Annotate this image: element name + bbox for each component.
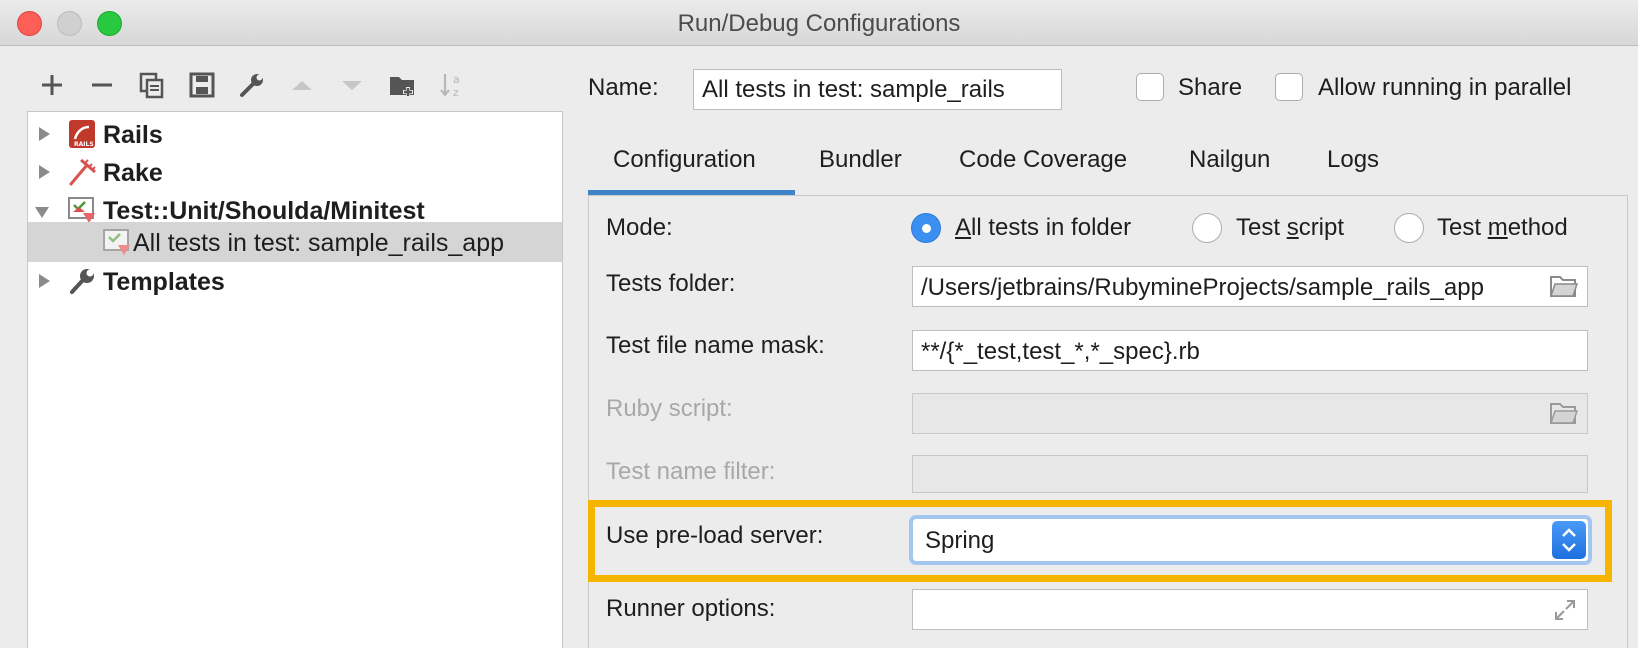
wrench-icon <box>240 74 263 97</box>
new-folder-icon <box>390 77 414 97</box>
mask-label: Test file name mask: <box>606 332 825 359</box>
select-stepper-button[interactable] <box>1552 521 1586 559</box>
tests-folder-value: /Users/jetbrains/RubymineProjects/sample… <box>921 274 1484 301</box>
svg-text:z: z <box>453 86 459 99</box>
expand-arrow-icon[interactable] <box>36 126 52 142</box>
tests-folder-field[interactable]: /Users/jetbrains/RubymineProjects/sample… <box>912 266 1588 307</box>
name-filter-label: Test name filter: <box>606 458 776 485</box>
tree-item-label: Rails <box>103 121 163 149</box>
tree-item-label: All tests in test: sample_rails_app <box>133 229 505 257</box>
copy-configuration-button[interactable] <box>135 68 169 102</box>
save-configuration-button[interactable] <box>185 68 219 102</box>
remove-icon <box>92 83 112 87</box>
rake-icon <box>69 158 96 186</box>
add-icon <box>42 75 62 95</box>
tree-item-label: Rake <box>103 159 163 187</box>
allow-parallel-label: Allow running in parallel <box>1318 74 1572 101</box>
move-down-button[interactable] <box>335 68 369 102</box>
tree-item-rake[interactable]: Rake <box>28 152 562 192</box>
ruby-script-field <box>912 393 1588 434</box>
move-up-icon <box>292 81 312 90</box>
tab-code-coverage[interactable]: Code Coverage <box>959 146 1127 174</box>
tests-folder-label: Tests folder: <box>606 270 736 297</box>
expand-arrow-icon[interactable] <box>36 273 52 289</box>
move-up-button[interactable] <box>285 68 319 102</box>
configuration-tree[interactable]: RAILS Rails Rake Test::Unit/Shoulda/Mini… <box>27 111 563 648</box>
preload-server-value: Spring <box>925 527 995 554</box>
rails-icon: RAILS <box>69 120 95 148</box>
preload-server-label: Use pre-load server: <box>606 522 824 549</box>
tab-configuration[interactable]: Configuration <box>613 146 756 174</box>
test-config-icon <box>103 229 130 255</box>
edit-defaults-button[interactable] <box>235 68 269 102</box>
radio-all-tests-in-folder[interactable] <box>911 213 941 243</box>
wrench-icon <box>70 269 94 294</box>
preload-server-select[interactable]: Spring <box>909 515 1592 565</box>
sort-button[interactable]: az <box>435 68 469 102</box>
runner-options-label: Runner options: <box>606 595 776 622</box>
radio-label-test-script: Test script <box>1236 214 1345 241</box>
svg-text:a: a <box>453 73 460 86</box>
ruby-script-label: Ruby script: <box>606 395 733 422</box>
expand-arrow-icon[interactable] <box>36 164 52 180</box>
radio-label-all-tests: All tests in folder <box>955 214 1132 241</box>
collapse-arrow-icon[interactable] <box>34 204 50 220</box>
share-label: Share <box>1178 74 1243 101</box>
radio-label-test-method: Test method <box>1437 214 1568 241</box>
new-folder-button[interactable] <box>385 68 419 102</box>
copy-icon <box>139 72 164 99</box>
add-configuration-button[interactable] <box>35 68 69 102</box>
tab-logs[interactable]: Logs <box>1327 146 1379 174</box>
title-bar: Run/Debug Configurations <box>0 0 1638 46</box>
test-icon <box>68 197 95 223</box>
tree-item-label: Templates <box>103 268 225 296</box>
tree-item-all-tests[interactable]: All tests in test: sample_rails_app <box>28 222 562 262</box>
mask-value: **/{*_test,test_*,*_spec}.rb <box>921 338 1200 365</box>
expand-field-icon[interactable] <box>1553 598 1577 622</box>
window-title: Run/Debug Configurations <box>677 10 961 37</box>
save-icon <box>189 72 215 98</box>
runner-options-field[interactable] <box>912 589 1588 630</box>
folder-browse-icon <box>1550 403 1578 424</box>
tree-item-templates[interactable]: Templates <box>28 261 562 301</box>
svg-text:RAILS: RAILS <box>74 141 94 148</box>
name-label: Name: <box>588 74 659 101</box>
remove-configuration-button[interactable] <box>85 68 119 102</box>
allow-parallel-checkbox[interactable] <box>1275 73 1303 101</box>
name-input[interactable]: All tests in test: sample_rails <box>693 69 1062 110</box>
share-checkbox[interactable] <box>1136 73 1164 101</box>
chevron-updown-icon <box>1562 528 1576 552</box>
move-down-icon <box>342 81 362 90</box>
radio-test-script[interactable] <box>1192 213 1222 243</box>
mode-label: Mode: <box>606 214 673 241</box>
tab-nailgun[interactable]: Nailgun <box>1189 146 1270 174</box>
tree-item-rails[interactable]: RAILS Rails <box>28 114 562 154</box>
mask-field[interactable]: **/{*_test,test_*,*_spec}.rb <box>912 330 1588 371</box>
tab-bundler[interactable]: Bundler <box>819 146 902 174</box>
radio-test-method[interactable] <box>1394 213 1424 243</box>
folder-browse-icon[interactable] <box>1550 274 1578 298</box>
name-filter-field <box>912 455 1588 493</box>
sort-icon: az <box>440 73 460 99</box>
